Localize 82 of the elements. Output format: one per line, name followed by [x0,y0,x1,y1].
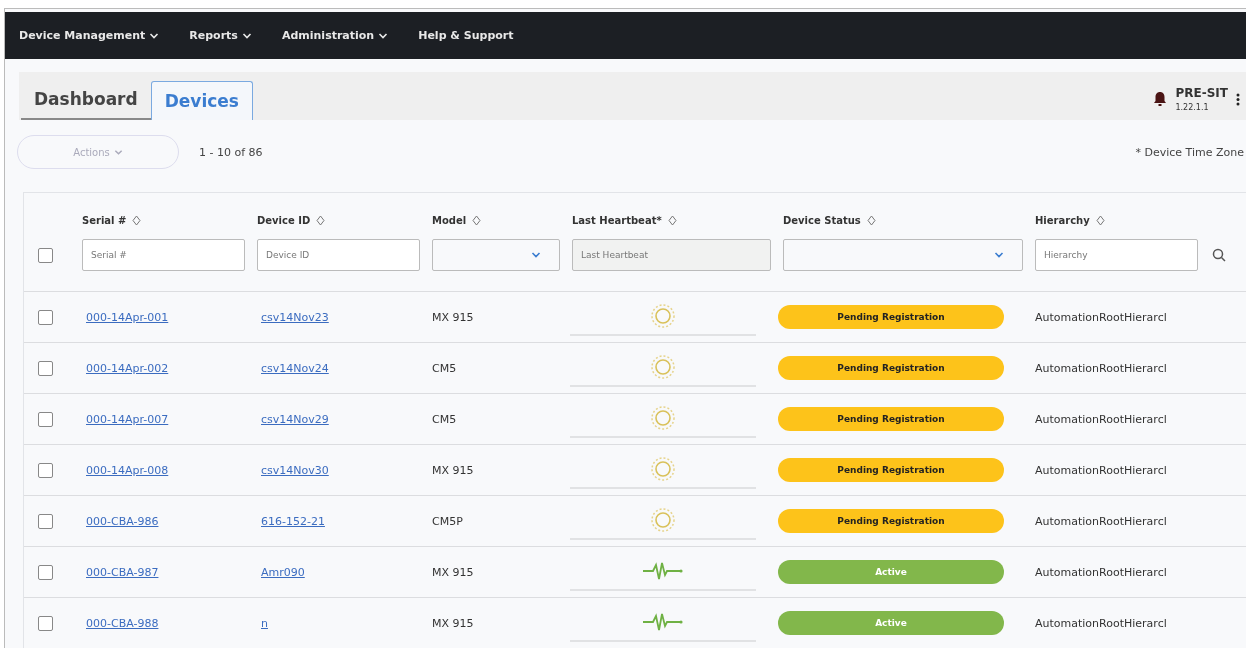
hierarchy-cell: AutomationRootHierarcl [1035,361,1167,375]
nav-menu-item[interactable]: Reports [189,29,252,42]
hierarchy-cell: AutomationRootHierarcl [1035,310,1167,324]
time-zone-note: * Device Time Zone [1135,145,1244,159]
serial-link[interactable]: 000-14Apr-002 [86,361,169,375]
sort-icon[interactable] [667,214,677,226]
column-header: Hierarchy [1035,214,1090,226]
row-checkbox[interactable] [38,360,53,376]
sun-icon [650,303,676,329]
caret-icon [994,250,1004,260]
filter-field[interactable]: Last Heartbeat [572,239,771,271]
model-cell: MX 915 [432,565,474,579]
model-cell: CM5P [432,514,463,528]
serial-link[interactable]: 000-14Apr-001 [86,310,169,324]
tab[interactable]: Devices [150,81,253,120]
sort-icon[interactable] [866,214,876,226]
bell-icon[interactable] [1153,91,1168,107]
row-checkbox[interactable] [38,564,53,580]
row-checkbox[interactable] [38,309,53,325]
pulse-icon [641,611,685,633]
model-cell: CM5 [432,412,457,426]
model-cell: CM5 [432,361,457,375]
hierarchy-cell: AutomationRootHierarcl [1035,565,1167,579]
column-header: Model [432,214,467,226]
serial-link[interactable]: 000-14Apr-007 [86,412,169,426]
sort-icon[interactable] [1095,214,1105,226]
row-checkbox[interactable] [38,615,53,631]
caret-icon [531,250,541,260]
column-header: Serial # [82,214,127,226]
model-cell: MX 915 [432,463,474,477]
device-id-link[interactable]: csv14Nov24 [261,361,329,375]
serial-link[interactable]: 000-CBA-986 [86,514,159,528]
status-badge: Pending Registration [778,458,1004,482]
status-badge: Active [778,611,1004,635]
sun-icon [650,405,676,431]
hierarchy-cell: AutomationRootHierarcl [1035,463,1167,477]
model-cell: MX 915 [432,616,474,630]
hierarchy-cell: AutomationRootHierarcl [1035,514,1167,528]
status-badge: Pending Registration [778,305,1004,329]
status-badge: Pending Registration [778,407,1004,431]
serial-link[interactable]: 000-14Apr-008 [86,463,169,477]
column-header: Device Status [783,214,861,226]
filter-field[interactable]: Device ID [257,239,420,271]
row-checkbox[interactable] [38,462,53,478]
filter-dropdown[interactable] [783,239,1023,271]
device-id-link[interactable]: n [261,616,268,630]
version-text: 1.22.1.1 [1175,103,1210,112]
sort-icon[interactable] [132,214,142,226]
nav-menu-item[interactable]: Help & Support [418,29,514,42]
status-badge: Pending Registration [778,509,1004,533]
sort-icon[interactable] [316,214,326,226]
hierarchy-cell: AutomationRootHierarcl [1035,616,1167,630]
nav-menu-item[interactable]: Device Management [19,29,160,42]
sun-icon [650,456,676,482]
status-badge: Active [778,560,1004,584]
device-id-link[interactable]: csv14Nov30 [261,463,329,477]
device-id-link[interactable]: 616-152-21 [261,514,325,528]
hierarchy-cell: AutomationRootHierarcl [1035,412,1167,426]
sort-icon[interactable] [472,214,482,226]
page-range: 1 - 10 of 86 [199,145,263,159]
filter-dropdown[interactable] [432,239,560,271]
pulse-icon [641,560,685,582]
search-icon[interactable] [1212,248,1226,262]
more-icon[interactable] [1236,92,1240,106]
device-id-link[interactable]: csv14Nov29 [261,412,329,426]
filter-field[interactable]: Hierarchy [1035,239,1198,271]
serial-link[interactable]: 000-CBA-988 [86,616,159,630]
serial-link[interactable]: 000-CBA-987 [86,565,159,579]
device-id-link[interactable]: Amr090 [261,565,305,579]
nav-menu-item[interactable]: Administration [281,29,389,42]
filter-field[interactable]: Serial # [82,239,245,271]
row-checkbox[interactable] [38,411,53,427]
status-badge: Pending Registration [778,356,1004,380]
environment-name: PRE-SIT [1175,86,1228,100]
sun-icon [650,507,676,533]
model-cell: MX 915 [432,310,474,324]
row-checkbox[interactable] [38,513,53,529]
select-all-checkbox[interactable] [38,247,53,263]
column-header: Device ID [257,214,311,226]
column-header: Last Heartbeat* [572,214,662,226]
sun-icon [650,354,676,380]
device-id-link[interactable]: csv14Nov23 [261,310,329,324]
